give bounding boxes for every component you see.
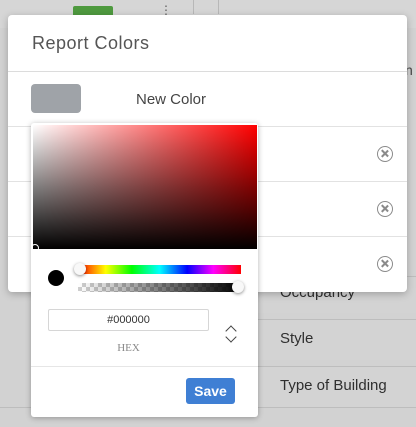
hue-slider[interactable] [78, 265, 241, 274]
saturation-value-area[interactable] [31, 125, 257, 252]
saturation-cursor[interactable] [31, 244, 39, 252]
alpha-slider[interactable] [78, 283, 241, 292]
new-color-label: New Color [136, 91, 207, 108]
color-preview [48, 270, 64, 286]
remove-color-icon[interactable] [377, 146, 393, 162]
row-label-style: Style [280, 330, 314, 347]
modal-header-divider [8, 71, 407, 72]
row-label-type-of-building: Type of Building [280, 377, 387, 394]
divider [193, 0, 194, 14]
format-toggle-icon[interactable] [225, 322, 238, 344]
remove-color-icon[interactable] [377, 256, 393, 272]
color-picker-popup: HEX Save [31, 123, 258, 417]
modal-title: Report Colors [32, 33, 150, 53]
hue-slider-handle[interactable] [74, 263, 86, 275]
alpha-slider-handle[interactable] [232, 281, 244, 293]
new-color-swatch[interactable] [31, 84, 81, 113]
save-button[interactable]: Save [186, 378, 235, 404]
hex-label: HEX [117, 342, 140, 354]
divider [218, 0, 219, 14]
hex-input[interactable] [48, 309, 209, 331]
remove-color-icon[interactable] [377, 201, 393, 217]
picker-divider [31, 366, 258, 367]
